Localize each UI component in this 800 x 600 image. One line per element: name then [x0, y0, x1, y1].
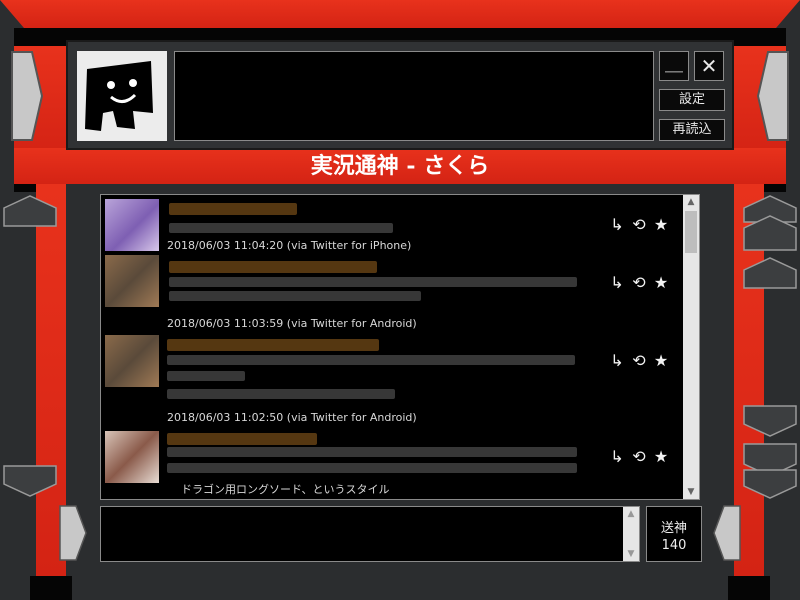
user-name[interactable] — [167, 433, 317, 445]
user-name[interactable] — [167, 339, 379, 351]
tweet-item[interactable]: 2018/06/03 11:03:59 (via Twitter for And… — [101, 255, 681, 333]
timeline-scrollbar[interactable]: ▲ ▼ — [683, 195, 699, 499]
torii-lower-bar-left — [14, 184, 36, 192]
scroll-top-button[interactable] — [742, 194, 798, 252]
scroll-up-button[interactable] — [2, 194, 58, 228]
tweet-partial-text: ドラゴン用ロングソード、というスタイル — [181, 483, 390, 496]
composer-area[interactable]: ▲ ▼ — [100, 506, 640, 562]
torii-right-base — [728, 576, 770, 600]
favorite-icon[interactable]: ★ — [650, 273, 672, 292]
close-button[interactable]: ✕ — [694, 51, 724, 81]
minimize-icon: ＿ — [665, 54, 683, 75]
scrollbar-thumb[interactable] — [685, 211, 697, 253]
tweet-actions: ↳ ⟲ ★ — [606, 273, 672, 292]
composer-scrollbar[interactable]: ▲ ▼ — [623, 507, 639, 561]
user-name[interactable] — [169, 203, 297, 215]
favorite-icon[interactable]: ★ — [650, 351, 672, 370]
reply-icon[interactable]: ↳ — [606, 215, 628, 234]
reload-label: 再読込 — [672, 122, 712, 137]
composer-scroll-up-icon[interactable]: ▲ — [623, 507, 639, 521]
torii-top-beam — [0, 0, 800, 28]
tweet-timestamp: 2018/06/03 11:02:50 (via Twitter for And… — [167, 411, 417, 424]
minimize-button[interactable]: ＿ — [659, 51, 689, 81]
user-avatar[interactable] — [105, 431, 159, 483]
retweet-icon[interactable]: ⟲ — [628, 273, 650, 292]
settings-button[interactable]: 設定 — [659, 89, 725, 111]
torii-left-base — [30, 576, 72, 600]
tweet-item[interactable]: ドラゴン用ロングソード、というスタイル ↳ ⟲ ★ — [101, 429, 681, 499]
send-label: 送神 — [660, 521, 687, 536]
tweet-item[interactable]: 2018/06/03 11:02:50 (via Twitter for And… — [101, 333, 681, 427]
tweet-item[interactable]: 2018/06/03 11:04:20 (via Twitter for iPh… — [101, 197, 681, 257]
send-button[interactable]: 送神 140 — [646, 506, 702, 562]
user-avatar[interactable] — [105, 335, 159, 387]
tweet-text — [167, 389, 395, 399]
user-avatar[interactable] — [105, 199, 159, 251]
scroll-bottom-button[interactable] — [742, 442, 798, 500]
retweet-icon[interactable]: ⟲ — [628, 215, 650, 234]
page-down-button[interactable] — [742, 404, 798, 438]
avatar[interactable] — [77, 51, 167, 141]
settings-label: 設定 — [678, 92, 705, 107]
tweet-timestamp: 2018/06/03 11:03:59 (via Twitter for And… — [167, 317, 417, 330]
tweet-text — [169, 223, 393, 233]
page-up-button[interactable] — [742, 256, 798, 290]
tweet-text — [167, 355, 575, 365]
tweet-timestamp: 2018/06/03 11:04:20 (via Twitter for iPh… — [167, 239, 412, 252]
tweet-actions: ↳ ⟲ ★ — [606, 351, 672, 370]
tweet-actions: ↳ ⟲ ★ — [606, 447, 672, 466]
nav-right-top-button[interactable] — [756, 50, 790, 142]
timeline-panel[interactable]: 2018/06/03 11:04:20 (via Twitter for iPh… — [100, 194, 700, 500]
composer-left-button[interactable] — [58, 504, 88, 562]
torii-lower-bar-right — [764, 184, 786, 192]
reply-icon[interactable]: ↳ — [606, 447, 628, 466]
tweet-text — [169, 277, 577, 287]
scroll-down-arrow-icon[interactable]: ▼ — [683, 485, 699, 499]
composer-scroll-down-icon[interactable]: ▼ — [623, 547, 639, 561]
reload-button[interactable]: 再読込 — [659, 119, 725, 141]
remaining-count: 140 — [661, 538, 687, 553]
composer-right-button[interactable] — [712, 504, 742, 562]
favorite-icon[interactable]: ★ — [650, 215, 672, 234]
tweet-text — [167, 463, 577, 473]
close-icon: ✕ — [700, 54, 718, 78]
reply-icon[interactable]: ↳ — [606, 273, 628, 292]
reply-icon[interactable]: ↳ — [606, 351, 628, 370]
app-title: 実況通神 - さくら — [310, 153, 490, 179]
tweet-actions: ↳ ⟲ ★ — [606, 215, 672, 234]
nav-left-top-button[interactable] — [10, 50, 44, 142]
tweet-text — [169, 291, 421, 301]
composer-input[interactable] — [105, 511, 619, 557]
tweet-text — [167, 447, 577, 457]
user-avatar[interactable] — [105, 255, 159, 307]
tweet-text — [167, 371, 245, 381]
scroll-up-arrow-icon[interactable]: ▲ — [683, 195, 699, 209]
favorite-icon[interactable]: ★ — [650, 447, 672, 466]
user-name[interactable] — [169, 261, 377, 273]
mascot-icon — [85, 61, 153, 131]
retweet-icon[interactable]: ⟲ — [628, 351, 650, 370]
scroll-down-button[interactable] — [2, 464, 58, 498]
status-display — [174, 51, 654, 141]
retweet-icon[interactable]: ⟲ — [628, 447, 650, 466]
